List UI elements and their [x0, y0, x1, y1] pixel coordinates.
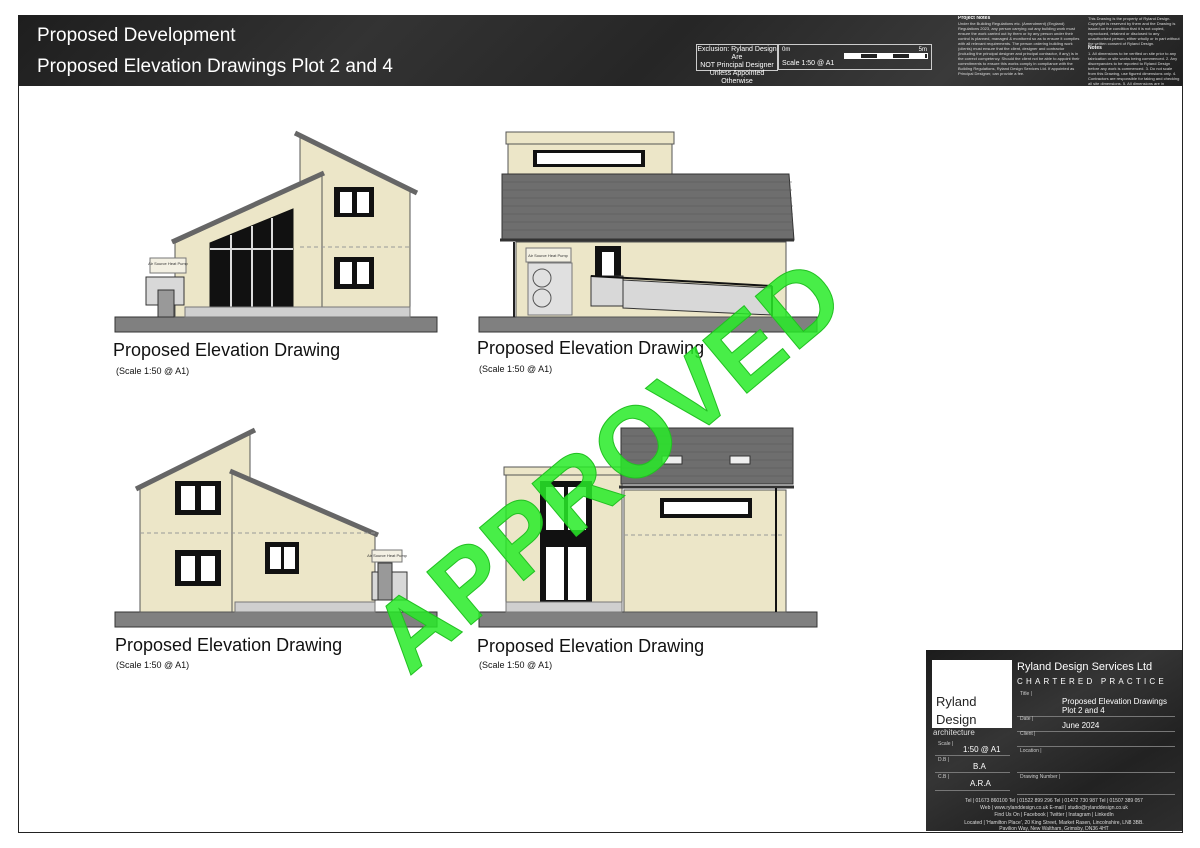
copyright-note: This Drawing is the property of Ryland D…	[1088, 16, 1180, 46]
drawing-caption: Proposed Elevation Drawing	[115, 635, 343, 655]
db-label: D.B |	[938, 757, 950, 763]
project-notes-text: Under the Building Regulations etc. (Ame…	[958, 21, 1080, 76]
chartered-practice: CHARTERED PRACTICE	[1017, 677, 1167, 686]
scale-start-label: 0m	[782, 47, 791, 53]
ashp-label: Air Source Heat Pump	[528, 253, 569, 258]
drawing-scale: (Scale 1:50 @ A1)	[116, 660, 190, 670]
project-title: Proposed Development	[37, 25, 236, 46]
scale-value: 1:50 @ A1	[963, 745, 1001, 754]
location-label: Location |	[1020, 748, 1042, 754]
drawing-caption: Proposed Elevation Drawing	[477, 636, 705, 656]
title-value: Proposed Elevation Drawings Plot 2 and 4	[1062, 697, 1167, 715]
db-value: B.A	[973, 762, 986, 771]
date-label: Date |	[1020, 716, 1034, 722]
exclusion-line: Unless Appointed Otherwise	[709, 70, 765, 85]
logo-text: Ryland	[936, 694, 977, 709]
office-location: Pavilion Way, New Waltham, Grimsby, DN36…	[999, 826, 1109, 832]
exclusion-box: Exclusion: Ryland Design Are NOT Princip…	[696, 44, 778, 85]
client-label: Client |	[1020, 731, 1036, 737]
title-label: Title |	[1020, 691, 1032, 697]
company-logo: Ryland Design	[932, 660, 1012, 728]
drawing-scale: (Scale 1:50 @ A1)	[479, 364, 553, 374]
project-notes: Project Notes Under the Building Regulat…	[958, 16, 1080, 86]
notes-text: 1. All dimensions to be verified on site…	[1088, 51, 1180, 86]
exclusion-line: NOT Principal Designer	[700, 62, 774, 69]
logo-text: Design	[936, 712, 977, 727]
company-name: Ryland Design Services Ltd	[1017, 661, 1153, 673]
drawing-scale: (Scale 1:50 @ A1)	[479, 660, 553, 670]
scale-bar-label: Scale 1:50 @ A1	[782, 60, 835, 67]
exclusion-line: Exclusion: Ryland Design Are	[697, 46, 777, 61]
drawing-number-label: Drawing Number |	[1020, 774, 1061, 780]
cb-value: A.R.A	[970, 779, 991, 788]
ashp-label: Air Source Heat Pump	[367, 553, 408, 558]
date-value: June 2024	[1062, 721, 1100, 730]
contact-web: Web | www.rylanddesign.co.uk E-mail | st…	[980, 805, 1128, 811]
drawing-notes: This Drawing is the property of Ryland D…	[1088, 16, 1180, 86]
drawing-caption: Proposed Elevation Drawing	[113, 340, 341, 360]
elevation-drawing-1: Air Source Heat Pump	[114, 130, 438, 333]
scale-bar-box: 0m 5m Scale 1:50 @ A1	[778, 44, 932, 70]
contact-phones: Tel | 01673 860100 Tel | 01522 899 296 T…	[965, 798, 1143, 804]
logo-subtitle: architecture	[933, 728, 975, 737]
scale-bar	[844, 53, 928, 59]
drawing-scale: (Scale 1:50 @ A1)	[116, 366, 190, 376]
scale-label: Scale |	[938, 741, 954, 747]
ashp-label: Air Source Heat Pump	[148, 261, 189, 266]
cb-label: C.B |	[938, 774, 950, 780]
drawing-title: Proposed Elevation Drawings Plot 2 and 4	[37, 56, 393, 77]
social-links: Find Us On | Facebook | Twitter | Instag…	[994, 812, 1114, 818]
